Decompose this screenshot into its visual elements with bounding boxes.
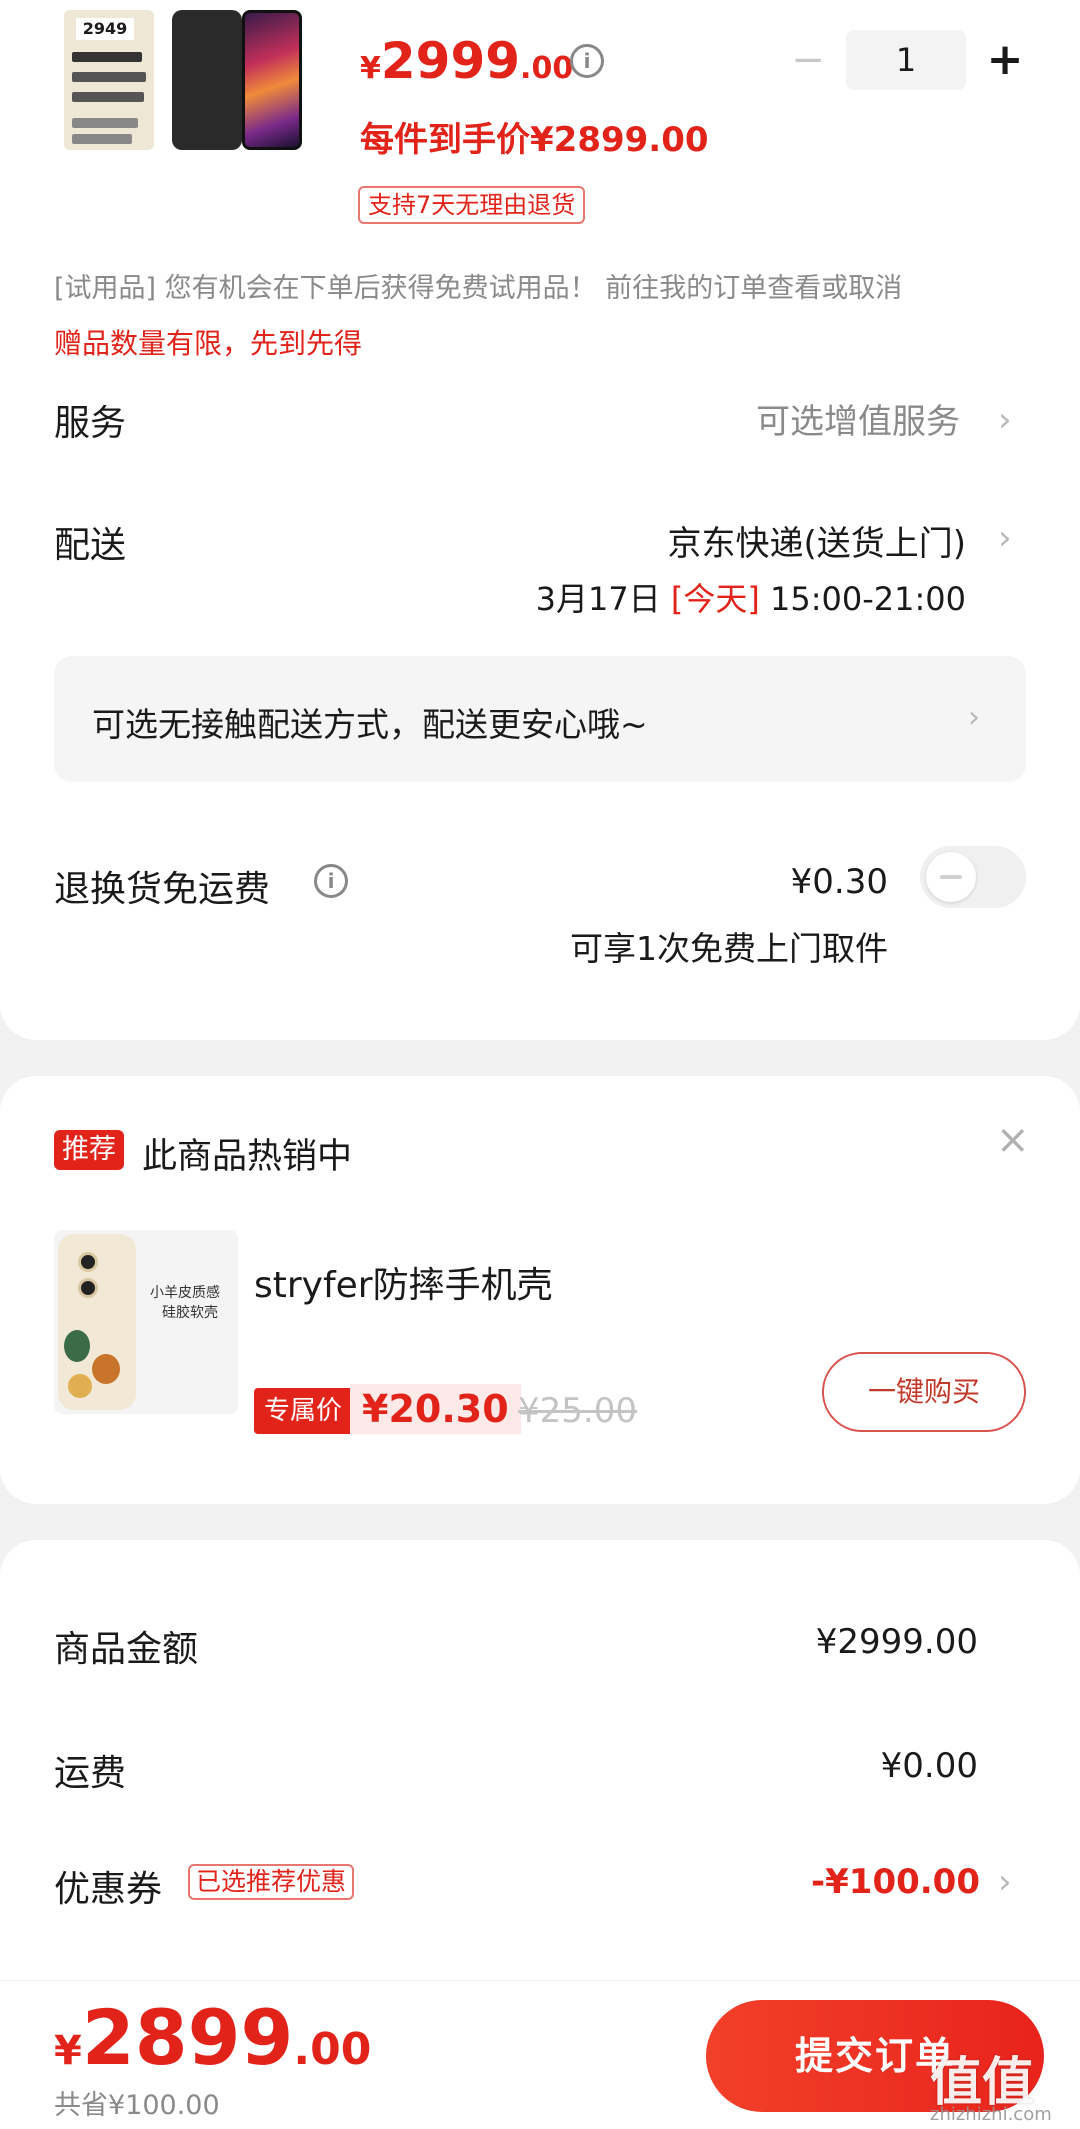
coupon-row[interactable]: 优惠券 已选推荐优惠 -¥100.00 › (0, 1840, 1080, 1920)
case-text-2: 硅胶软壳 (162, 1305, 218, 1321)
final-price-text: 每件到手价¥2899.00 (360, 120, 709, 160)
return-shipping-label: 退换货免运费 (54, 869, 271, 910)
quantity-input[interactable]: 1 (846, 30, 966, 90)
delivery-row[interactable]: 配送 京东快递(送货上门) › 3月17日 [今天] 15:00-21:00 (0, 504, 1080, 634)
goods-amount-label: 商品金额 (54, 1629, 199, 1670)
product-image[interactable]: 2949 (60, 0, 304, 150)
delivery-time: 3月17日 [今天] 15:00-21:00 (535, 580, 966, 618)
recommend-price: ¥20.30 (350, 1384, 521, 1434)
contactless-text: 可选无接触配送方式，配送更安心哦~ (92, 705, 648, 744)
return-shipping-info-icon[interactable]: i (314, 864, 348, 898)
phone-front-image (242, 10, 302, 150)
quantity-decrease-button[interactable]: − (790, 40, 826, 80)
shipping-fee-label: 运费 (54, 1753, 127, 1794)
close-icon[interactable]: × (996, 1120, 1030, 1160)
phone-case-image[interactable]: 小羊皮质感 硅胶软壳 (54, 1230, 238, 1414)
recommend-badge: 推荐 (54, 1130, 124, 1170)
one-click-buy-button[interactable]: 一键购买 (822, 1352, 1026, 1432)
service-row[interactable]: 服务 可选增值服务 › (0, 380, 1080, 460)
chevron-right-icon: › (998, 400, 1012, 440)
total-price: ¥2899.00 (54, 1993, 372, 2082)
phone-back-image (172, 10, 242, 150)
order-item-card: 2949 ¥2999.00 i − 1 + 每件到手价¥2899.00 支持7天… (0, 0, 1080, 1040)
quantity-increase-button[interactable]: + (985, 38, 1025, 82)
service-value: 可选增值服务 (756, 402, 960, 442)
recommend-original-price: ¥25.00 (518, 1391, 637, 1431)
product-box-image: 2949 (64, 10, 154, 150)
case-text-1: 小羊皮质感 (150, 1285, 220, 1301)
recommend-title: 此商品热销中 (142, 1137, 353, 1177)
return-shipping-price: ¥0.30 (790, 862, 888, 902)
coupon-label: 优惠券 (54, 1869, 163, 1910)
watermark-site: zhizhizhi.com (930, 2104, 1052, 2125)
box-price: 2949 (76, 18, 134, 40)
goods-amount-value: ¥2999.00 (815, 1622, 978, 1662)
shipping-fee-value: ¥0.00 (880, 1746, 978, 1786)
return-shipping-toggle[interactable] (920, 846, 1026, 908)
recommend-item-name[interactable]: stryfer防摔手机壳 (254, 1256, 553, 1308)
service-label: 服务 (54, 403, 127, 444)
return-shipping-desc: 可享1次免费上门取件 (570, 929, 888, 968)
case-phone-shape (58, 1234, 136, 1410)
gift-note: 赠品数量有限，先到先得 (54, 327, 363, 360)
delivery-label: 配送 (54, 525, 127, 566)
chevron-right-icon: › (998, 1862, 1012, 1902)
chevron-right-icon: › (968, 700, 980, 735)
contactless-delivery-option[interactable]: 可选无接触配送方式，配送更安心哦~ › (54, 656, 1026, 782)
exclusive-price-tag: 专属价 (254, 1388, 353, 1434)
product-price: ¥2999.00 (360, 32, 574, 90)
return-policy-badge: 支持7天无理由退货 (358, 186, 586, 224)
trial-notice[interactable]: [试用品] 您有机会在下单后获得免费试用品！ 前往我的订单查看或取消 (54, 266, 902, 305)
coupon-badge: 已选推荐优惠 (188, 1864, 355, 1900)
coupon-value: -¥100.00 (811, 1862, 980, 1902)
chevron-right-icon: › (998, 518, 1012, 558)
price-info-icon[interactable]: i (570, 44, 604, 78)
delivery-carrier: 京东快递(送货上门) (667, 524, 966, 564)
total-saved: 共省¥100.00 (54, 2090, 220, 2121)
